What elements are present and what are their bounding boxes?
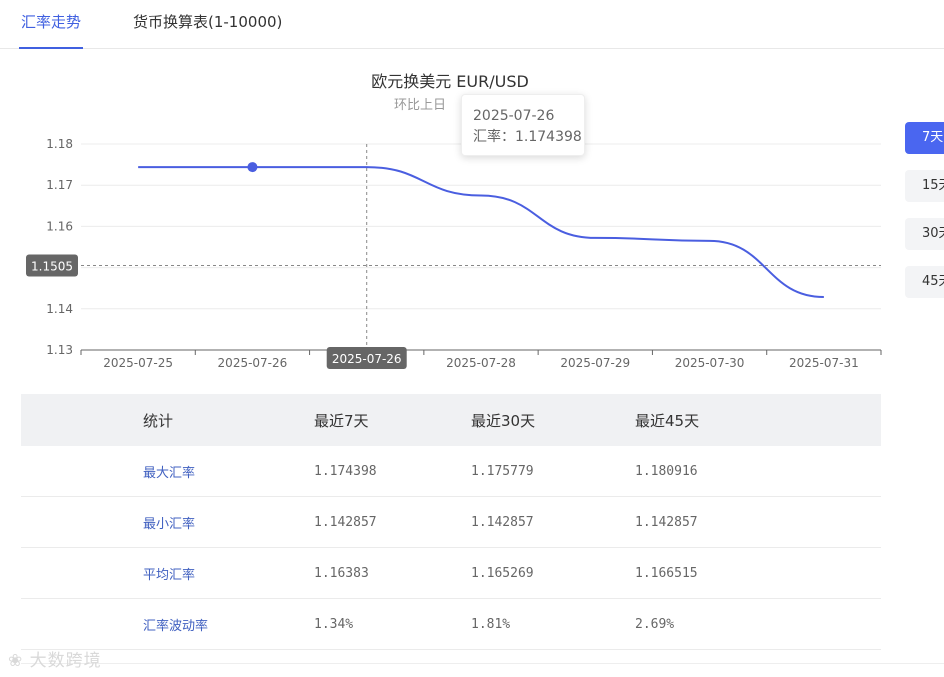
stats-table: 统计 最近7天 最近30天 最近45天 最大汇率 1.174398 1.1757… [21,394,881,650]
divider [21,663,944,664]
x-tick-label: 2025-07-29 [560,356,630,370]
tooltip-date: 2025-07-26 [473,108,555,124]
highlighted-data-point [247,162,258,173]
table-row: 最小汇率 1.142857 1.142857 1.142857 [21,496,881,548]
header-30d: 最近30天 [470,394,634,446]
row-label-volatility[interactable]: 汇率波动率 [21,598,313,650]
cell-value: 1.175779 [470,446,634,497]
y-crosshair-label: 1.1505 [31,260,73,274]
range-15d-button[interactable]: 15天 [905,170,944,202]
tooltip-rate: 汇率：1.174398 [473,129,582,145]
header-stat: 统计 [21,394,313,446]
y-tick-label: 1.14 [46,302,73,316]
table-row: 平均汇率 1.16383 1.165269 1.166515 [21,547,881,599]
table-row: 汇率波动率 1.34% 1.81% 2.69% [21,598,881,650]
cell-value: 1.165269 [470,547,634,599]
cell-value: 1.174398 [313,446,470,497]
range-30d-button[interactable]: 30天 [905,218,944,250]
row-label-avg[interactable]: 平均汇率 [21,547,313,599]
cell-value: 1.180916 [634,446,881,497]
x-tick-label: 2025-07-25 [103,356,173,370]
cell-value: 1.142857 [470,496,634,548]
cell-value: 1.34% [313,598,470,650]
series-line [138,166,824,299]
x-crosshair-label: 2025-07-26 [332,352,402,366]
y-tick-label: 1.13 [46,343,73,357]
chart-tooltip: 2025-07-26 汇率：1.174398 [461,94,585,156]
rate-chart[interactable]: 1.13 1.14 1.16 1.17 1.18 2025-07-25 2025-07-26… [0,0,944,390]
cell-value: 1.81% [470,598,634,650]
y-tick-label: 1.18 [46,137,73,151]
row-label-max[interactable]: 最大汇率 [21,446,313,497]
cell-value: 2.69% [634,598,881,650]
y-tick-label: 1.17 [46,178,73,192]
y-tick-label: 1.16 [46,219,73,233]
watermark-text: 大数跨境 [29,651,102,671]
table-row: 最大汇率 1.174398 1.175779 1.180916 [21,446,881,497]
cell-value: 1.166515 [634,547,881,599]
row-label-min[interactable]: 最小汇率 [21,496,313,548]
x-tick-label: 2025-07-30 [675,356,745,370]
watermark-logo: ❀ 大数跨境 [8,646,102,671]
x-tick-label: 2025-07-31 [789,356,859,370]
x-tick-label: 2025-07-28 [446,356,516,370]
x-tick-label: 2025-07-26 [218,356,288,370]
cell-value: 1.142857 [634,496,881,548]
logo-icon: ❀ [8,651,24,671]
header-7d: 最近7天 [313,394,470,446]
cell-value: 1.142857 [313,496,470,548]
header-45d: 最近45天 [634,394,881,446]
range-7d-button[interactable]: 7天 [905,122,944,154]
range-45d-button[interactable]: 45天 [905,266,944,298]
stats-header-row: 统计 最近7天 最近30天 最近45天 [21,394,881,446]
cell-value: 1.16383 [313,547,470,599]
